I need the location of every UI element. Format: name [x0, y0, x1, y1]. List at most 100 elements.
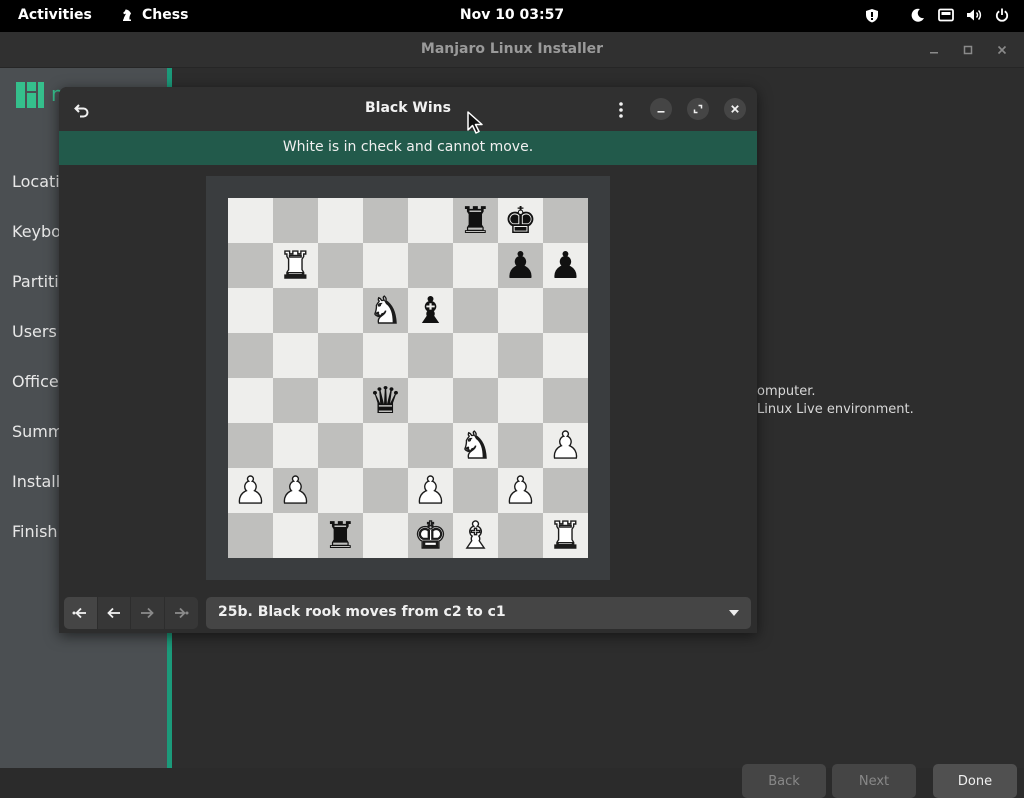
white-rook-icon[interactable]: ♜ — [278, 246, 313, 284]
black-king-icon[interactable]: ♚ — [504, 202, 537, 239]
square-c4[interactable] — [318, 378, 363, 423]
maximize-button[interactable] — [687, 98, 709, 120]
square-d3[interactable] — [363, 423, 408, 468]
done-button[interactable]: Done — [933, 764, 1017, 798]
white-knight-icon[interactable]: ♞ — [368, 291, 403, 329]
square-c1[interactable]: ♜ — [318, 513, 363, 558]
square-a5[interactable] — [228, 333, 273, 378]
white-knight-icon[interactable]: ♞ — [458, 426, 493, 464]
activities-button[interactable]: Activities — [18, 7, 92, 23]
square-g6[interactable] — [498, 288, 543, 333]
white-pawn-icon[interactable]: ♟ — [413, 471, 448, 509]
square-a3[interactable] — [228, 423, 273, 468]
go-last-button[interactable] — [165, 597, 199, 629]
menu-button[interactable] — [610, 97, 632, 123]
white-pawn-icon[interactable]: ♟ — [503, 471, 538, 509]
square-h4[interactable] — [543, 378, 588, 423]
maximize-icon[interactable] — [958, 40, 978, 60]
go-previous-button[interactable] — [98, 597, 131, 629]
square-e6[interactable]: ♝ — [408, 288, 453, 333]
square-a8[interactable] — [228, 198, 273, 243]
close-icon[interactable] — [992, 40, 1012, 60]
back-button[interactable]: Back — [742, 764, 826, 798]
undo-button[interactable] — [69, 97, 95, 123]
square-b5[interactable] — [273, 333, 318, 378]
square-c7[interactable] — [318, 243, 363, 288]
square-g4[interactable] — [498, 378, 543, 423]
screen-icon[interactable] — [938, 6, 954, 24]
square-b2[interactable]: ♟ — [273, 468, 318, 513]
square-f6[interactable] — [453, 288, 498, 333]
square-f7[interactable] — [453, 243, 498, 288]
square-g2[interactable]: ♟ — [498, 468, 543, 513]
white-bishop-icon[interactable]: ♝ — [458, 516, 493, 554]
black-pawn-icon[interactable]: ♟ — [504, 247, 537, 284]
power-icon[interactable] — [994, 6, 1010, 24]
square-f5[interactable] — [453, 333, 498, 378]
square-g5[interactable] — [498, 333, 543, 378]
square-h7[interactable]: ♟ — [543, 243, 588, 288]
black-queen-icon[interactable]: ♛ — [369, 382, 402, 419]
square-a1[interactable] — [228, 513, 273, 558]
square-c8[interactable] — [318, 198, 363, 243]
square-e7[interactable] — [408, 243, 453, 288]
square-f4[interactable] — [453, 378, 498, 423]
square-h2[interactable] — [543, 468, 588, 513]
square-c5[interactable] — [318, 333, 363, 378]
shield-icon[interactable] — [864, 6, 880, 24]
square-e5[interactable] — [408, 333, 453, 378]
square-b6[interactable] — [273, 288, 318, 333]
square-g7[interactable]: ♟ — [498, 243, 543, 288]
square-c6[interactable] — [318, 288, 363, 333]
black-rook-icon[interactable]: ♜ — [459, 202, 492, 239]
go-next-button[interactable] — [131, 597, 165, 629]
square-e4[interactable] — [408, 378, 453, 423]
white-rook-icon[interactable]: ♜ — [548, 516, 583, 554]
minimize-button[interactable] — [650, 98, 672, 120]
white-pawn-icon[interactable]: ♟ — [548, 426, 583, 464]
square-f1[interactable]: ♝ — [453, 513, 498, 558]
square-b7[interactable]: ♜ — [273, 243, 318, 288]
square-f3[interactable]: ♞ — [453, 423, 498, 468]
chess-board[interactable]: ♜ ♚ ♜ ♟ ♟ ♞ ♝ ♛ ♞ ♟ ♟ ♟ ♟ ♟ ♜ ♚ ♝ ♜ — [228, 198, 588, 558]
square-e2[interactable]: ♟ — [408, 468, 453, 513]
square-f8[interactable]: ♜ — [453, 198, 498, 243]
black-bishop-icon[interactable]: ♝ — [414, 292, 447, 329]
square-a7[interactable] — [228, 243, 273, 288]
square-c3[interactable] — [318, 423, 363, 468]
square-d7[interactable] — [363, 243, 408, 288]
square-d2[interactable] — [363, 468, 408, 513]
square-d8[interactable] — [363, 198, 408, 243]
square-h1[interactable]: ♜ — [543, 513, 588, 558]
square-h3[interactable]: ♟ — [543, 423, 588, 468]
square-a2[interactable]: ♟ — [228, 468, 273, 513]
black-rook-icon[interactable]: ♜ — [324, 517, 357, 554]
next-button[interactable]: Next — [832, 764, 916, 798]
square-d1[interactable] — [363, 513, 408, 558]
square-b1[interactable] — [273, 513, 318, 558]
square-b3[interactable] — [273, 423, 318, 468]
square-d6[interactable]: ♞ — [363, 288, 408, 333]
square-g3[interactable] — [498, 423, 543, 468]
square-e8[interactable] — [408, 198, 453, 243]
system-tray[interactable] — [864, 6, 1010, 24]
close-button[interactable] — [724, 98, 746, 120]
square-a6[interactable] — [228, 288, 273, 333]
night-mode-icon[interactable] — [910, 6, 926, 24]
clock[interactable]: Nov 10 03:57 — [460, 7, 564, 23]
white-pawn-icon[interactable]: ♟ — [278, 471, 313, 509]
square-h8[interactable] — [543, 198, 588, 243]
minimize-icon[interactable] — [924, 40, 944, 60]
square-b4[interactable] — [273, 378, 318, 423]
square-h5[interactable] — [543, 333, 588, 378]
square-d4[interactable]: ♛ — [363, 378, 408, 423]
square-c2[interactable] — [318, 468, 363, 513]
square-g1[interactable] — [498, 513, 543, 558]
white-pawn-icon[interactable]: ♟ — [233, 471, 268, 509]
square-a4[interactable] — [228, 378, 273, 423]
volume-icon[interactable] — [966, 6, 982, 24]
white-king-icon[interactable]: ♚ — [413, 516, 448, 554]
go-first-button[interactable] — [64, 597, 98, 629]
app-menu[interactable]: Chess — [120, 7, 188, 23]
black-pawn-icon[interactable]: ♟ — [549, 247, 582, 284]
